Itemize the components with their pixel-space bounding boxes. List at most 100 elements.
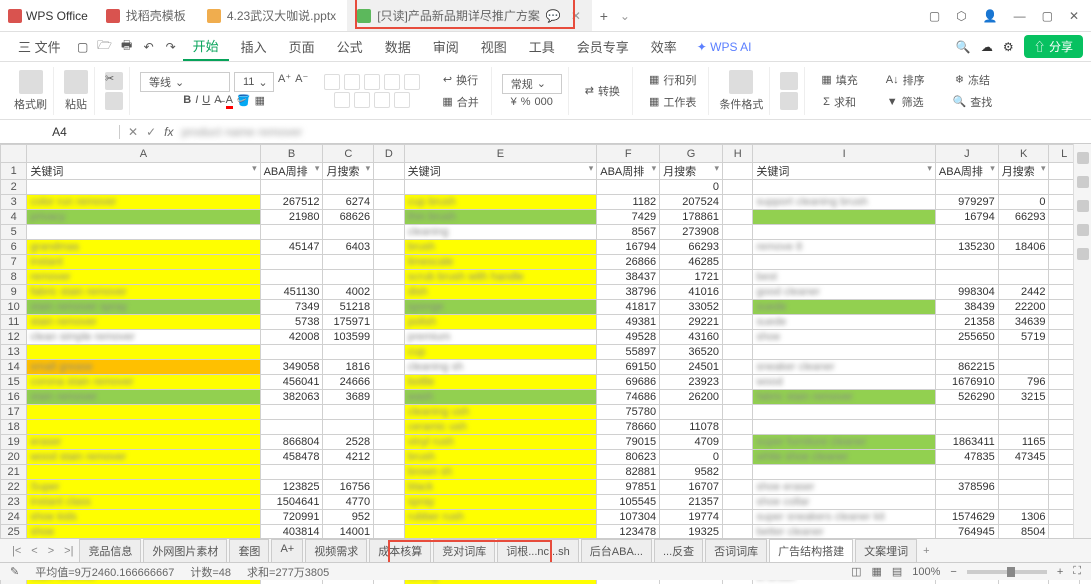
cell[interactable] [935,495,998,510]
cell[interactable] [374,225,404,240]
fill-color-button[interactable]: 🪣 [237,94,251,109]
cell[interactable] [597,180,660,195]
cell[interactable]: 18406 [998,240,1049,255]
cell[interactable] [260,180,323,195]
cell[interactable] [753,405,936,420]
cell[interactable]: 123825 [260,480,323,495]
cell[interactable]: 41817 [597,300,660,315]
cell[interactable]: 1816 [323,360,374,375]
cell[interactable] [374,420,404,435]
cell[interactable]: 1721 [660,270,723,285]
header-cell[interactable]: 关键词▾ [404,163,597,180]
cell[interactable]: 4709 [660,435,723,450]
cell[interactable] [998,360,1049,375]
cell[interactable]: 41016 [660,285,723,300]
cell[interactable]: 97851 [597,480,660,495]
cell[interactable]: color run remover [27,195,260,210]
orientation-icon[interactable] [394,92,410,108]
menu-efficiency[interactable]: 效率 [641,33,687,60]
cell[interactable] [935,270,998,285]
print-icon[interactable]: 🖶 [117,37,137,57]
cell[interactable] [998,255,1049,270]
cell[interactable]: 68626 [323,210,374,225]
cell[interactable] [753,210,936,225]
header-cell[interactable]: ABA周排▾ [260,163,323,180]
cell[interactable]: shoe [753,330,936,345]
sheet-tab[interactable]: ...反查 [654,539,703,562]
cell[interactable] [374,195,404,210]
cell[interactable] [374,480,404,495]
column-header[interactable]: D [374,145,404,163]
column-header[interactable]: A [27,145,260,163]
cell[interactable]: 26200 [660,390,723,405]
cell[interactable]: 1863411 [935,435,998,450]
cell[interactable]: 1574629 [935,510,998,525]
strike-button[interactable]: A̶ [214,94,221,109]
header-cell[interactable]: ABA周排▾ [597,163,660,180]
currency-icon[interactable]: ¥ [511,96,517,108]
fullscreen-icon[interactable]: ⛶ [1073,565,1081,578]
border-button[interactable]: ▦ [255,94,265,109]
cut-icon[interactable]: ✂ [105,72,123,90]
cell[interactable]: 207524 [660,195,723,210]
cell[interactable]: premium [404,330,597,345]
cell[interactable] [27,465,260,480]
zoom-in-icon[interactable]: + [1057,566,1063,578]
cell[interactable]: suede [753,315,936,330]
menu-review[interactable]: 审阅 [423,33,469,60]
menu-page[interactable]: 页面 [279,33,325,60]
merge-button[interactable]: ▦ 合并 [436,92,484,112]
header-cell[interactable]: ABA周排▾ [935,163,998,180]
cell[interactable]: cleaning [404,225,597,240]
edit-mode-icon[interactable]: ✎ [10,565,19,578]
rail-icon[interactable] [1077,200,1089,212]
cell[interactable] [374,255,404,270]
row-header[interactable]: 12 [1,330,27,345]
cell[interactable] [374,315,404,330]
cell[interactable] [323,405,374,420]
cell[interactable] [323,345,374,360]
cell[interactable]: 2442 [998,285,1049,300]
cell[interactable] [722,420,752,435]
minimize-icon[interactable]: — [1014,9,1026,23]
cell[interactable]: 26866 [597,255,660,270]
cell[interactable]: 6403 [323,240,374,255]
row-header[interactable]: 1 [1,163,27,180]
freeze-button[interactable]: ❄ 冻结 [949,70,996,90]
font-size-select[interactable]: 11 ⌄ [234,72,274,92]
row-header[interactable]: 21 [1,465,27,480]
cell[interactable]: 78660 [597,420,660,435]
sheet-tab[interactable]: 文案埋词 [855,539,917,562]
cell[interactable] [27,345,260,360]
column-header[interactable]: B [260,145,323,163]
cell[interactable]: 36520 [660,345,723,360]
cell[interactable] [374,465,404,480]
cell[interactable] [722,510,752,525]
cell[interactable] [722,270,752,285]
cell[interactable]: instant class [27,495,260,510]
cell[interactable]: 9582 [660,465,723,480]
spreadsheet-grid[interactable]: ABCDEFGHIJKL 1关键词▾ABA周排▾月搜索▾关键词▾ABA周排▾月搜… [0,144,1080,584]
cell[interactable] [374,495,404,510]
menu-member[interactable]: 会员专享 [567,33,639,60]
cell[interactable]: instant [27,255,260,270]
cell[interactable] [753,180,936,195]
cell[interactable] [722,495,752,510]
cell[interactable] [27,420,260,435]
tab-menu-icon[interactable]: ⌄ [620,9,630,23]
cell[interactable] [722,195,752,210]
cell[interactable]: 79015 [597,435,660,450]
cell[interactable]: 45147 [260,240,323,255]
column-header[interactable]: F [597,145,660,163]
cell[interactable]: super furniture cleaner [753,435,936,450]
cell[interactable]: 34639 [998,315,1049,330]
formula-input[interactable]: product name remover [181,125,302,139]
cell[interactable]: 49381 [597,315,660,330]
cell[interactable]: 74686 [597,390,660,405]
table-style-icon[interactable] [780,72,798,90]
row-header[interactable]: 22 [1,480,27,495]
cell[interactable]: 0 [998,195,1049,210]
cell[interactable]: 273908 [660,225,723,240]
cell[interactable]: 178861 [660,210,723,225]
rowcol-button[interactable]: ▦ 行和列 [643,70,702,90]
